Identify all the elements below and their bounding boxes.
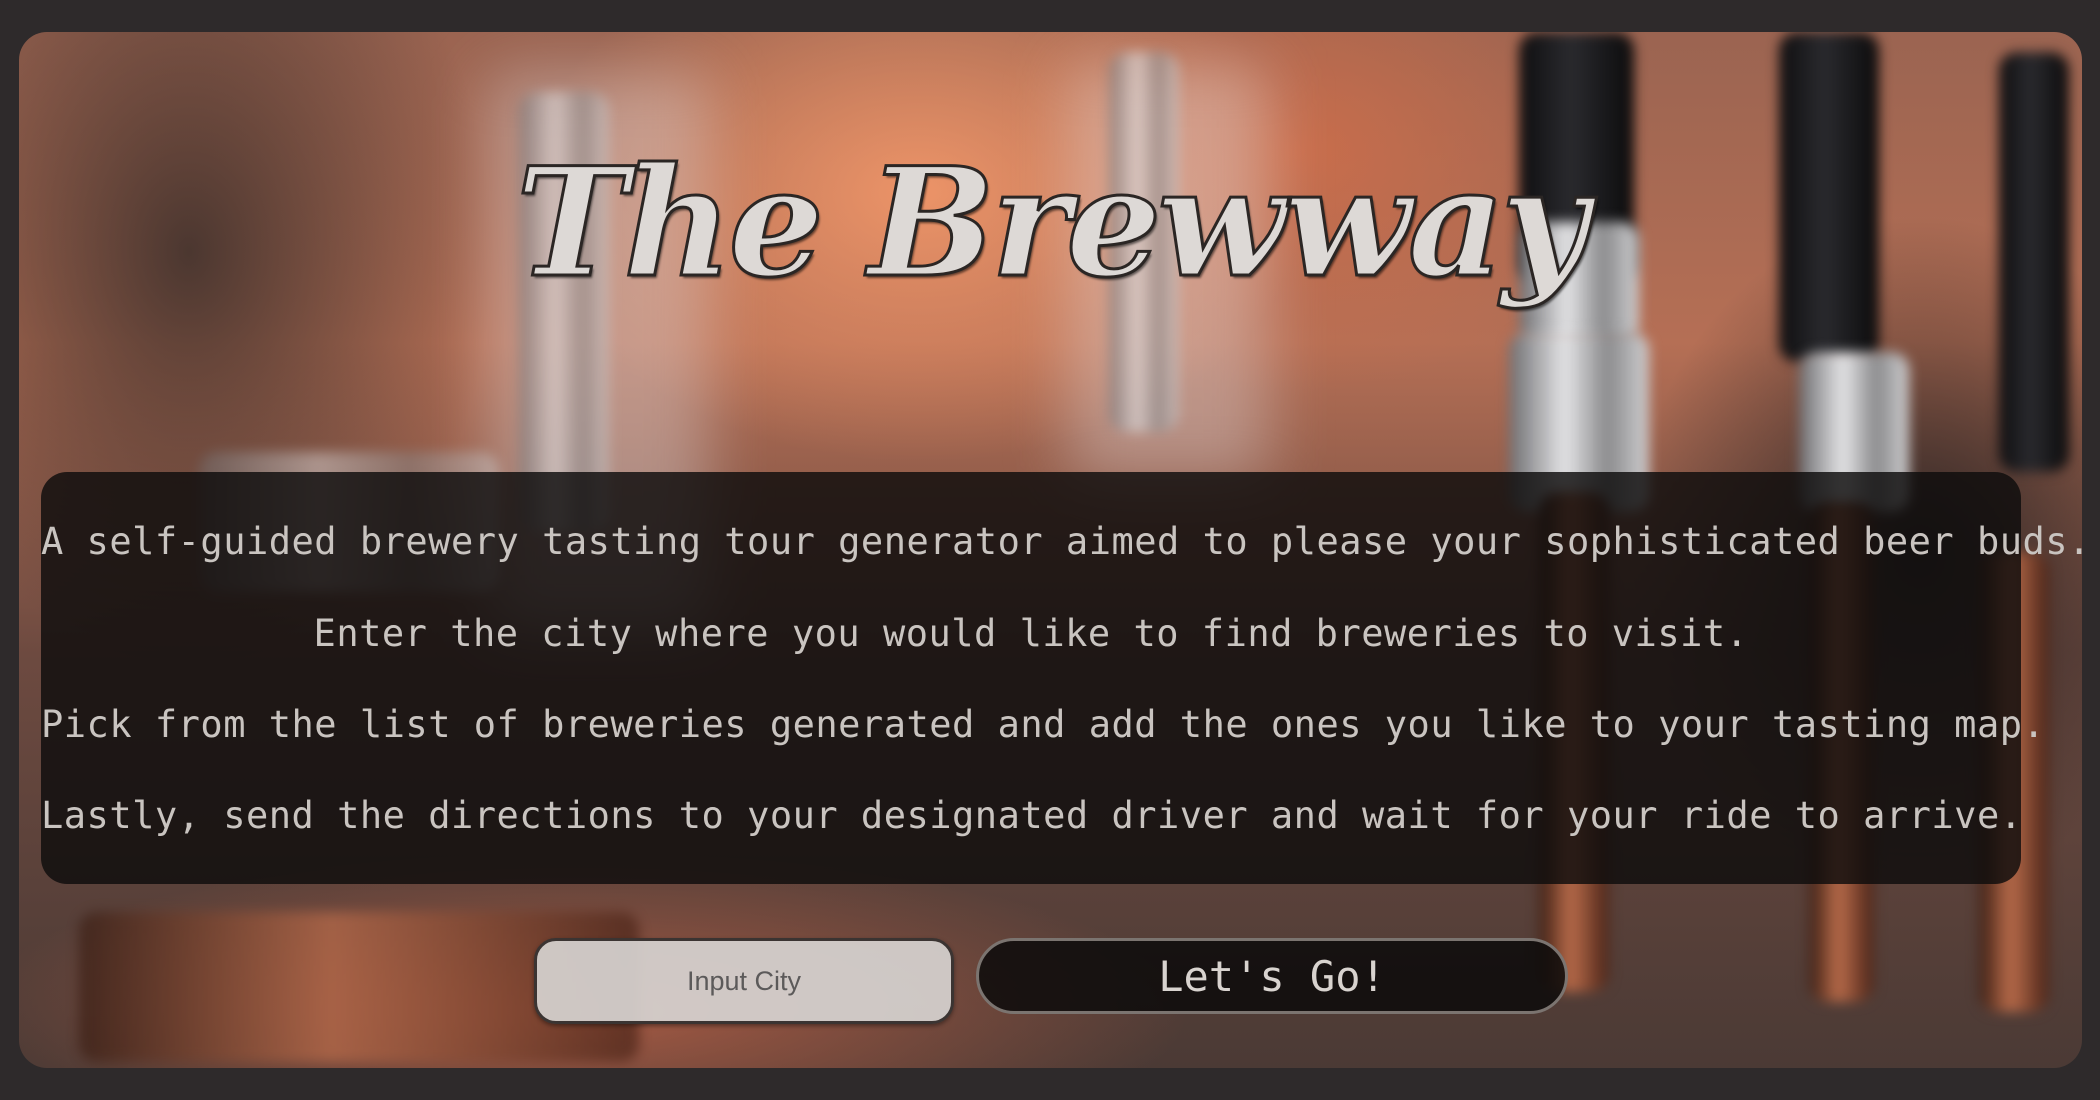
intro-line: Pick from the list of breweries generate…	[41, 703, 2046, 746]
intro-panel: A self-guided brewery tasting tour gener…	[41, 472, 2091, 884]
page-title: The Brewway	[514, 135, 1589, 311]
lets-go-button[interactable]: Let's Go!	[976, 938, 1568, 1014]
intro-line: A self-guided brewery tasting tour gener…	[41, 520, 2091, 563]
intro-line: Enter the city where you would like to f…	[313, 612, 1749, 655]
city-input[interactable]	[534, 938, 954, 1024]
intro-line: Lastly, send the directions to your desi…	[41, 794, 2023, 837]
